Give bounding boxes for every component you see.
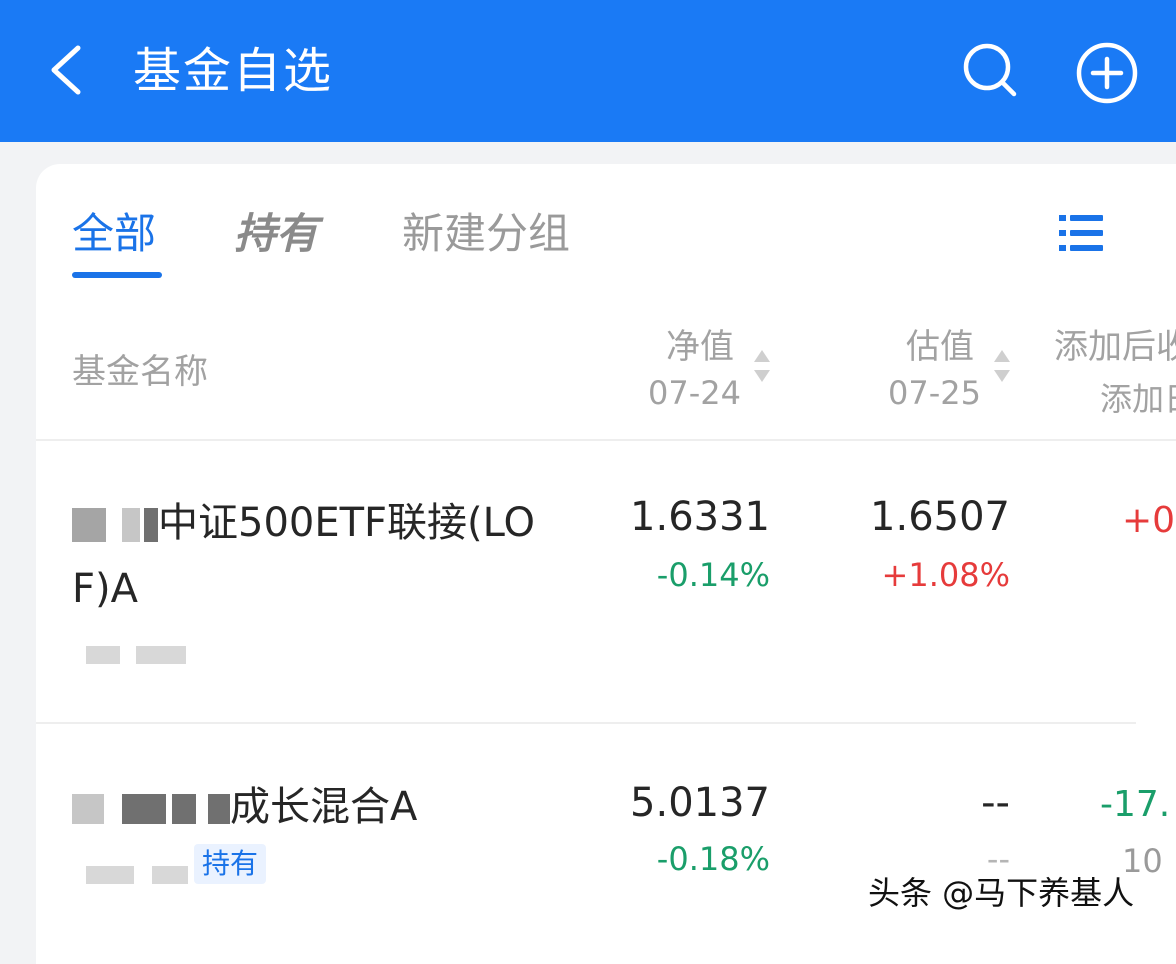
redacted-fund-code: [86, 646, 120, 664]
column-header-nav-date: 07-24: [648, 374, 741, 412]
holding-tag: 持有: [194, 844, 266, 884]
redacted-text: [144, 508, 158, 542]
redacted-text: [72, 794, 104, 824]
fund-name-line2: F)A: [72, 566, 138, 612]
tab-all[interactable]: 全部: [72, 204, 156, 264]
add-icon[interactable]: [1074, 40, 1140, 106]
fund-name-line1: 中证500ETF联接(LO: [158, 500, 536, 546]
divider: [36, 722, 1136, 724]
redacted-fund-code: [136, 646, 186, 664]
fund-name-visible: 成长混合A: [230, 784, 418, 830]
tab-holding[interactable]: 持有: [234, 204, 318, 264]
fund-list-card: 全部 持有 新建分组 基金名称 净值 07-24 估值 07-25 添加后收 添…: [36, 164, 1176, 964]
fund-nav: 1.6331: [630, 494, 770, 540]
fund-since-added: +0.: [1122, 500, 1176, 541]
watermark: 头条 @马下养基人: [868, 874, 1135, 912]
fund-nav-change: -0.14%: [656, 556, 770, 594]
page-title: 基金自选: [133, 43, 334, 99]
sort-icon[interactable]: [752, 348, 772, 384]
fund-nav-change: -0.18%: [656, 840, 770, 878]
fund-nav: 5.0137: [630, 780, 770, 826]
column-header-estimate[interactable]: 估值: [906, 319, 974, 368]
redacted-text: [122, 508, 140, 542]
sort-icon[interactable]: [992, 348, 1012, 384]
fund-since-added: -17.: [1100, 784, 1171, 825]
column-header-since-added-sub: 添加日: [1100, 380, 1176, 418]
fund-estimate: --: [981, 780, 1010, 826]
column-header-nav[interactable]: 净值: [666, 319, 734, 368]
redacted-text: [72, 508, 106, 542]
top-bar: 基金自选: [0, 0, 1176, 142]
column-header-estimate-date: 07-25: [888, 374, 981, 412]
search-icon[interactable]: [960, 40, 1020, 100]
active-tab-indicator: [72, 272, 162, 278]
redacted-text: [122, 794, 166, 824]
tab-new-group[interactable]: 新建分组: [402, 204, 570, 264]
fund-name[interactable]: 中证500ETF联接(LO F)A: [72, 490, 582, 622]
redacted-fund-code: [86, 866, 134, 884]
fund-estimate: 1.6507: [870, 494, 1010, 540]
redacted-fund-code: [152, 866, 188, 884]
back-arrow-icon[interactable]: [44, 42, 88, 98]
redacted-text: [208, 794, 230, 824]
divider: [36, 439, 1176, 441]
fund-estimate-change: +1.08%: [881, 556, 1010, 594]
redacted-text: [172, 794, 196, 824]
column-header-name: 基金名称: [72, 352, 208, 392]
column-header-since-added[interactable]: 添加后收: [1054, 319, 1176, 368]
fund-name[interactable]: 成长混合A: [72, 774, 582, 840]
list-view-icon[interactable]: [1058, 212, 1104, 254]
